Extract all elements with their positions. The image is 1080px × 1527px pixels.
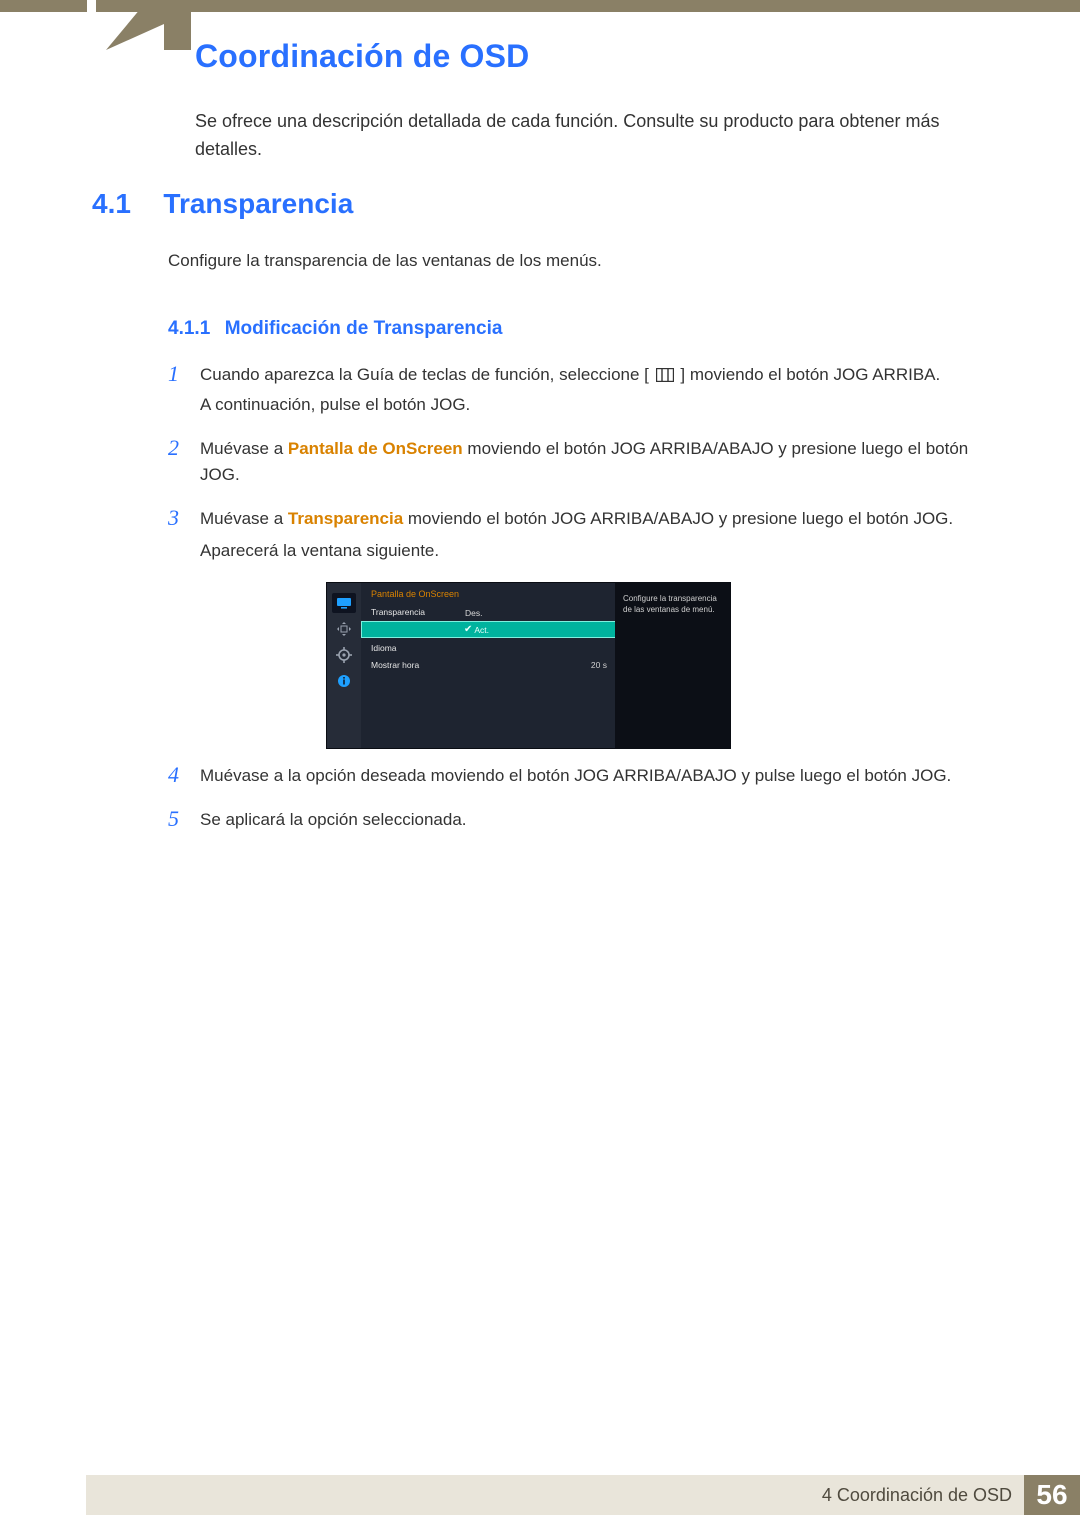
step-2-part-a: Muévase a — [200, 439, 288, 458]
osd-value-20s: 20 s — [591, 660, 607, 670]
step-2-number: 2 — [168, 436, 186, 460]
page-number: 56 — [1024, 1475, 1080, 1515]
step-1-part-a: Cuando aparezca la Guía de teclas de fun… — [200, 365, 649, 384]
step-2-highlight: Pantalla de OnScreen — [288, 439, 463, 458]
osd-value-act: Act. — [474, 625, 489, 635]
step-2: 2 Muévase a Pantalla de OnScreen moviend… — [168, 436, 998, 488]
step-5-number: 5 — [168, 807, 186, 831]
menu-icon — [656, 364, 674, 390]
osd-figure: Pantalla de OnScreen Transparencia Des. … — [326, 582, 998, 749]
step-4: 4 Muévase a la opción deseada moviendo e… — [168, 763, 998, 789]
osd-label-mostrar-hora: Mostrar hora — [361, 660, 457, 670]
check-icon: ✔ — [464, 624, 472, 635]
step-3-text: Muévase a Transparencia moviendo el botó… — [200, 506, 953, 564]
osd-main: Pantalla de OnScreen Transparencia Des. … — [361, 583, 617, 748]
osd-title: Pantalla de OnScreen — [361, 583, 617, 603]
footer-label: 4 Coordinación de OSD — [822, 1485, 1012, 1506]
step-1-number: 1 — [168, 362, 186, 386]
osd-sidebar — [327, 583, 361, 748]
subsection-number: 4.1.1 — [168, 318, 210, 339]
page: Coordinación de OSD Se ofrece una descri… — [0, 0, 1080, 1527]
osd-row-selected: Posición ✔ Act. — [361, 621, 617, 638]
section-body: Configure la transparencia de las ventan… — [168, 248, 998, 851]
chapter-number-graphic — [86, 0, 206, 50]
osd-window: Pantalla de OnScreen Transparencia Des. … — [326, 582, 731, 749]
content-column: Coordinación de OSD Se ofrece una descri… — [195, 38, 995, 163]
subsection-heading: 4.1.1 Modificación de Transparencia — [168, 318, 998, 340]
gear-icon — [332, 645, 356, 665]
step-4-text: Muévase a la opción deseada moviendo el … — [200, 763, 951, 789]
chapter-title: Coordinación de OSD — [195, 38, 995, 75]
header-accent-right — [96, 0, 1080, 12]
osd-row-transparencia: Transparencia Des. — [361, 603, 617, 620]
step-3-part-b: moviendo el botón JOG ARRIBA/ABAJO y pre… — [403, 509, 953, 528]
footer: 4 Coordinación de OSD 56 — [86, 1475, 1080, 1515]
step-3-part-a: Muévase a — [200, 509, 288, 528]
chapter-intro: Se ofrece una descripción detallada de c… — [195, 107, 995, 163]
step-3-sub: Aparecerá la ventana siguiente. — [200, 538, 953, 564]
move-icon — [332, 619, 356, 639]
osd-row-mostrar-hora: Mostrar hora 20 s — [361, 656, 617, 673]
osd-help-panel: Configure la transparencia de las ventan… — [615, 583, 730, 748]
step-3: 3 Muévase a Transparencia moviendo el bo… — [168, 506, 998, 564]
step-1-text: Cuando aparezca la Guía de teclas de fun… — [200, 362, 940, 418]
step-3-highlight: Transparencia — [288, 509, 403, 528]
step-5: 5 Se aplicará la opción seleccionada. — [168, 807, 998, 833]
step-5-text: Se aplicará la opción seleccionada. — [200, 807, 467, 833]
osd-value-des: Des. — [457, 608, 482, 618]
step-1: 1 Cuando aparezca la Guía de teclas de f… — [168, 362, 998, 418]
step-1-sub: A continuación, pulse el botón JOG. — [200, 392, 940, 418]
section-heading: 4.1 Transparencia — [92, 188, 992, 220]
step-1-part-b: ] moviendo el botón JOG ARRIBA. — [680, 365, 940, 384]
osd-row-idioma: Idioma — [361, 639, 617, 656]
section-title: Transparencia — [163, 188, 353, 219]
osd-label-transparencia: Transparencia — [361, 607, 457, 617]
step-3-number: 3 — [168, 506, 186, 530]
section-description: Configure la transparencia de las ventan… — [168, 248, 998, 274]
step-2-text: Muévase a Pantalla de OnScreen moviendo … — [200, 436, 998, 488]
osd-label-idioma: Idioma — [361, 643, 457, 653]
step-list: 1 Cuando aparezca la Guía de teclas de f… — [168, 362, 998, 833]
section-number: 4.1 — [92, 188, 131, 219]
subsection-title: Modificación de Transparencia — [225, 318, 503, 339]
header-accent-left — [0, 0, 87, 12]
info-icon — [332, 671, 356, 691]
monitor-icon — [332, 593, 356, 613]
step-4-number: 4 — [168, 763, 186, 787]
